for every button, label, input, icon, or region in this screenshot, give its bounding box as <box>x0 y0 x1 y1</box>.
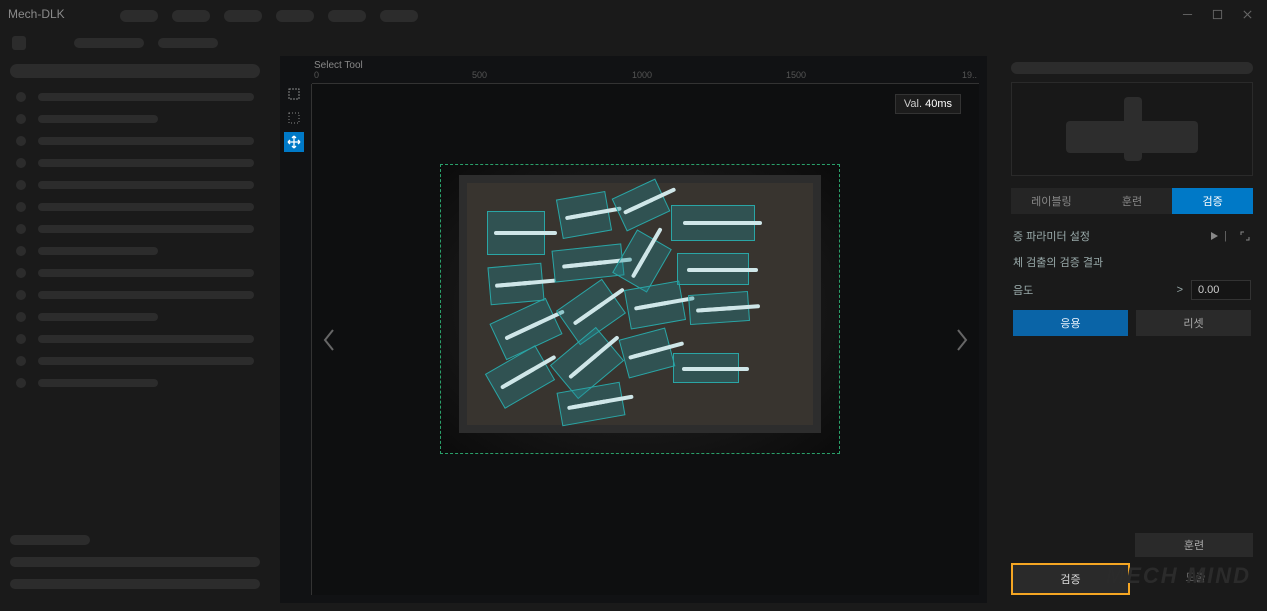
image-viewport[interactable]: Val. 40ms <box>312 84 979 595</box>
ruler-horizontal: 0 500 1000 1500 19.. <box>312 74 979 84</box>
list-item[interactable] <box>10 246 260 256</box>
confidence-label: 음도 <box>1013 282 1033 298</box>
list-item[interactable] <box>10 158 260 168</box>
list-item[interactable] <box>10 114 260 124</box>
export-button[interactable]: 도출 <box>1138 563 1253 595</box>
menu-item[interactable] <box>224 10 262 22</box>
detection-box[interactable] <box>688 291 750 325</box>
menu-item[interactable] <box>120 10 158 22</box>
play-icon[interactable] <box>1208 230 1220 242</box>
prev-image-button[interactable] <box>316 320 342 360</box>
breadcrumb-item <box>158 38 218 48</box>
sidebar-header <box>10 64 260 78</box>
params-section-title: 증 파라미터 설정 <box>1013 228 1090 244</box>
reset-button[interactable]: 리셋 <box>1136 310 1251 336</box>
canvas-panel: Select Tool 0 500 1000 1500 19.. Val. 40… <box>280 56 987 603</box>
list-item[interactable] <box>10 290 260 300</box>
right-panel-header <box>1011 62 1253 74</box>
roi-boundary <box>440 164 840 454</box>
tool-label: Select Tool <box>314 60 363 71</box>
validation-time-badge: Val. 40ms <box>895 94 961 114</box>
move-tool-icon[interactable] <box>284 132 304 152</box>
detection-box[interactable] <box>487 263 544 306</box>
ruler-vertical <box>302 84 312 595</box>
detection-box[interactable] <box>673 353 739 383</box>
model-preview <box>1011 82 1253 176</box>
tab-validate[interactable]: 검증 <box>1172 188 1253 214</box>
detection-box[interactable] <box>677 253 749 285</box>
results-section-title: 체 검출의 검증 결과 <box>1003 248 1261 276</box>
next-image-button[interactable] <box>949 320 975 360</box>
maximize-button[interactable] <box>1211 8 1223 20</box>
detection-box[interactable] <box>556 191 612 239</box>
list-item[interactable] <box>10 224 260 234</box>
expand-icon[interactable] <box>1239 230 1251 242</box>
list-item[interactable] <box>10 312 260 322</box>
validate-button[interactable]: 검증 <box>1011 563 1130 595</box>
menu-item[interactable] <box>380 10 418 22</box>
apply-button[interactable]: 응용 <box>1013 310 1128 336</box>
list-item[interactable] <box>10 356 260 366</box>
train-small-button[interactable]: 훈련 <box>1135 533 1253 557</box>
right-panel: 레이블링 훈련 검증 증 파라미터 설정 | 체 검출의 검증 결과 음도 > … <box>1003 56 1261 603</box>
menu-bar <box>0 6 418 26</box>
confidence-input[interactable] <box>1191 280 1251 300</box>
list-item[interactable] <box>10 180 260 190</box>
detection-box[interactable] <box>487 211 545 255</box>
breadcrumb-item <box>74 38 144 48</box>
tab-train[interactable]: 훈련 <box>1092 188 1173 214</box>
sidebar-action[interactable] <box>10 579 260 589</box>
close-button[interactable] <box>1241 8 1253 20</box>
minimize-button[interactable] <box>1181 8 1193 20</box>
marquee-tool-icon[interactable] <box>284 108 304 128</box>
list-item[interactable] <box>10 334 260 344</box>
menu-item[interactable] <box>328 10 366 22</box>
home-icon[interactable] <box>12 36 26 50</box>
sidebar-action[interactable] <box>10 535 90 545</box>
gt-symbol: > <box>1177 284 1183 296</box>
tab-labeling[interactable]: 레이블링 <box>1011 188 1092 214</box>
image-list-panel <box>10 64 260 601</box>
select-tool-icon[interactable] <box>284 84 304 104</box>
menu-item[interactable] <box>172 10 210 22</box>
menu-item[interactable] <box>276 10 314 22</box>
list-item[interactable] <box>10 378 260 388</box>
list-item[interactable] <box>10 92 260 102</box>
detection-box[interactable] <box>671 205 755 241</box>
list-item[interactable] <box>10 136 260 146</box>
list-item[interactable] <box>10 268 260 278</box>
list-item[interactable] <box>10 202 260 212</box>
sidebar-action[interactable] <box>10 557 260 567</box>
